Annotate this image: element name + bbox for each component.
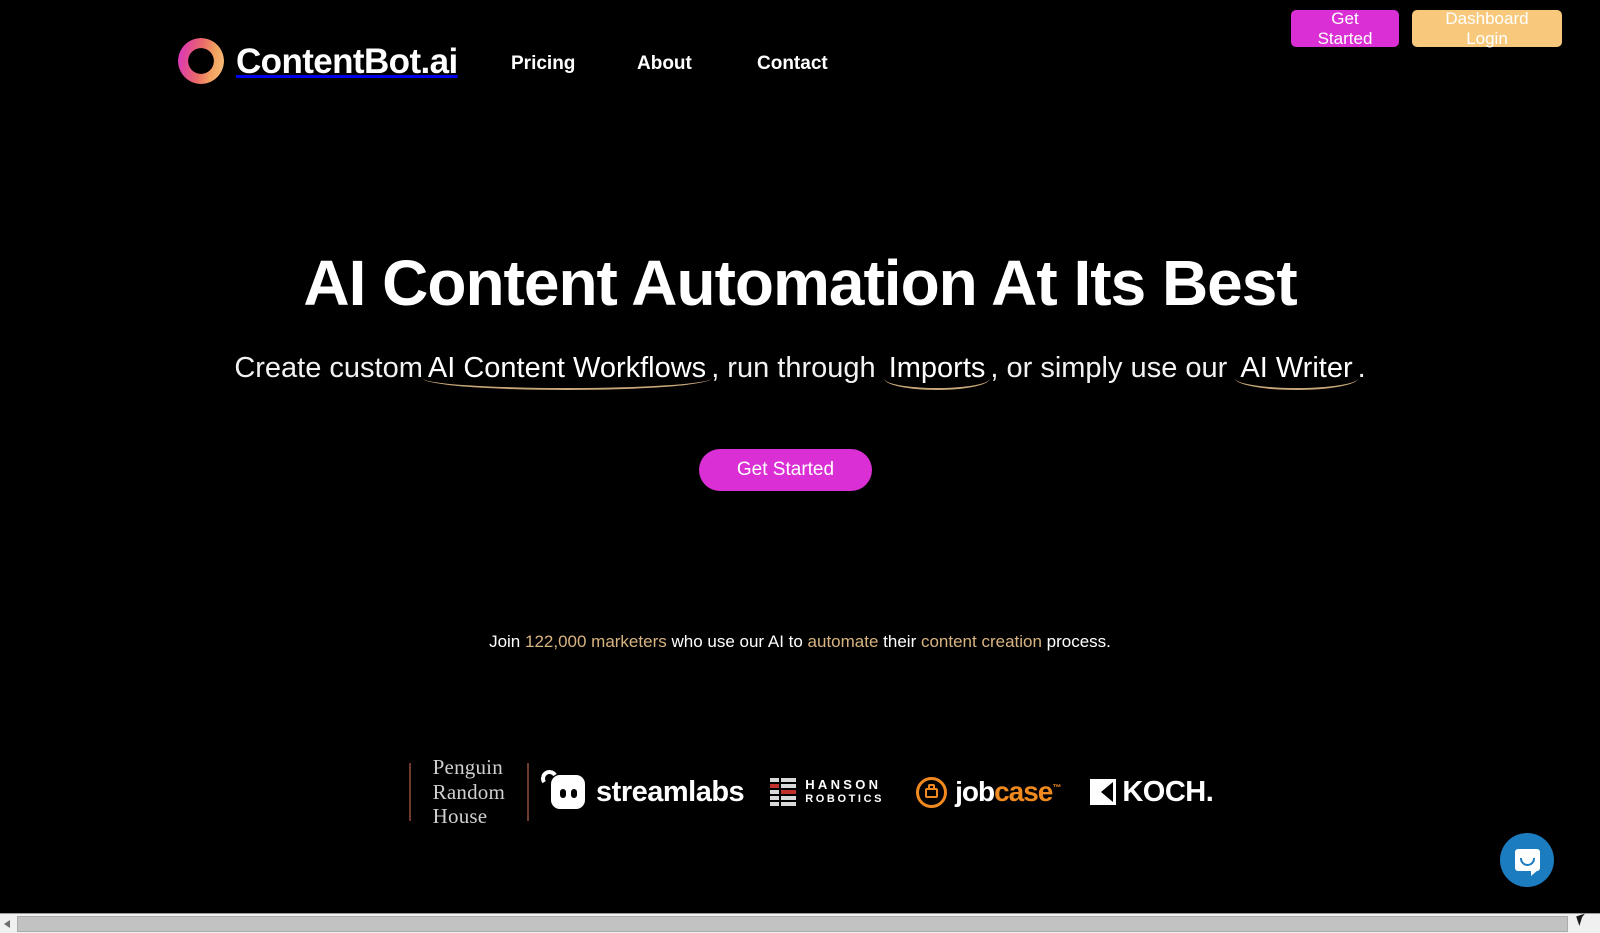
intercom-chat-launcher[interactable]: [1500, 833, 1554, 887]
hero-subtitle-text-3: , or simply use our: [990, 352, 1236, 384]
hanson-bars-icon: [770, 778, 797, 806]
logo-hanson-robotics: HANSON ROBOTICS: [770, 777, 885, 806]
social-proof-highlight-automate: automate: [807, 632, 879, 651]
streamlabs-mark-icon: [539, 768, 586, 809]
hero-link-ai-content-workflows[interactable]: AI Content Workflows: [422, 352, 712, 390]
social-proof-suffix: process.: [1041, 632, 1111, 651]
logo-koch: KOCH.: [1090, 775, 1214, 809]
hero-subtitle-text-2: , run through: [711, 352, 884, 384]
streamlabs-wordmark: streamlabs: [596, 775, 745, 808]
penguin-line-1: Penguin: [432, 754, 503, 779]
dashboard-login-button[interactable]: Dashboard Login: [1412, 9, 1562, 48]
penguin-line-3: House: [432, 804, 488, 829]
client-logo-strip: Penguin Random House streamlabs HANSON R…: [0, 752, 1600, 832]
brand-name: ContentBot.ai: [236, 41, 458, 81]
briefcase-circle-icon: [916, 776, 948, 808]
chat-bubble-icon: [1514, 849, 1540, 876]
hero-subtitle: Create custom AI Content Workflows, run t…: [0, 350, 1600, 390]
jobcase-part-job: job: [955, 776, 995, 807]
social-proof-text: Join 122,000 marketers who use our AI to…: [0, 632, 1600, 652]
briefcase-body-icon: [925, 787, 939, 798]
brand-logo-link[interactable]: ContentBot.ai: [178, 38, 458, 84]
hero-subtitle-text-1: Create custom: [234, 352, 423, 384]
hanson-wordmark: HANSON ROBOTICS: [805, 777, 885, 806]
hanson-line-2: ROBOTICS: [805, 793, 885, 806]
jobcase-wordmark: jobcase™: [955, 776, 1061, 808]
hero-link-imports[interactable]: Imports: [883, 352, 991, 390]
streamlabs-arc-icon: [539, 768, 560, 789]
social-proof-count: 122,000 marketers: [524, 632, 667, 651]
logo-jobcase: jobcase™: [916, 776, 1061, 808]
horizontal-scrollbar[interactable]: [0, 913, 1600, 933]
get-started-button-header[interactable]: Get Started: [1291, 9, 1399, 48]
social-proof-prefix: Join: [489, 632, 525, 651]
hero-title: AI Content Automation At Its Best: [303, 247, 1297, 319]
gradient-ring-icon: [178, 38, 224, 84]
social-proof-middle: who use our AI to: [666, 632, 808, 651]
koch-mark-icon: [1090, 779, 1117, 805]
chat-smile-icon: [1519, 858, 1535, 866]
koch-wordmark: KOCH.: [1122, 775, 1214, 808]
nav-link-contact[interactable]: Contact: [757, 53, 828, 75]
social-proof-highlight-content-creation: content creation: [920, 632, 1042, 651]
page-canvas: ContentBot.ai Pricing About Contact Get …: [0, 0, 1600, 913]
logo-streamlabs: streamlabs: [539, 768, 745, 809]
top-navigation-bar: ContentBot.ai Pricing About Contact Get …: [0, 0, 1600, 100]
logo-divider: [527, 763, 530, 821]
hanson-line-1: HANSON: [805, 777, 882, 793]
streamlabs-eye-left-icon: [560, 789, 567, 798]
social-proof-middle-2: their: [878, 632, 921, 651]
logo-penguin-random-house: Penguin Random House: [433, 755, 505, 829]
hero-subtitle-text-4: .: [1357, 352, 1366, 384]
scrollbar-left-arrow-icon[interactable]: [0, 914, 17, 933]
scrollbar-thumb[interactable]: [17, 915, 1568, 932]
hero-link-ai-writer[interactable]: AI Writer: [1235, 352, 1358, 390]
mouse-cursor: [1576, 913, 1587, 923]
koch-triangle-icon: [1101, 782, 1114, 802]
jobcase-part-case: case: [994, 776, 1053, 807]
streamlabs-eye-right-icon: [571, 789, 578, 798]
penguin-line-2: Random: [432, 779, 506, 804]
jobcase-trademark: ™: [1052, 782, 1061, 793]
nav-link-about[interactable]: About: [637, 53, 692, 75]
get-started-button-hero[interactable]: Get Started: [699, 449, 872, 491]
nav-link-pricing[interactable]: Pricing: [511, 53, 575, 75]
logo-divider: [408, 763, 411, 821]
